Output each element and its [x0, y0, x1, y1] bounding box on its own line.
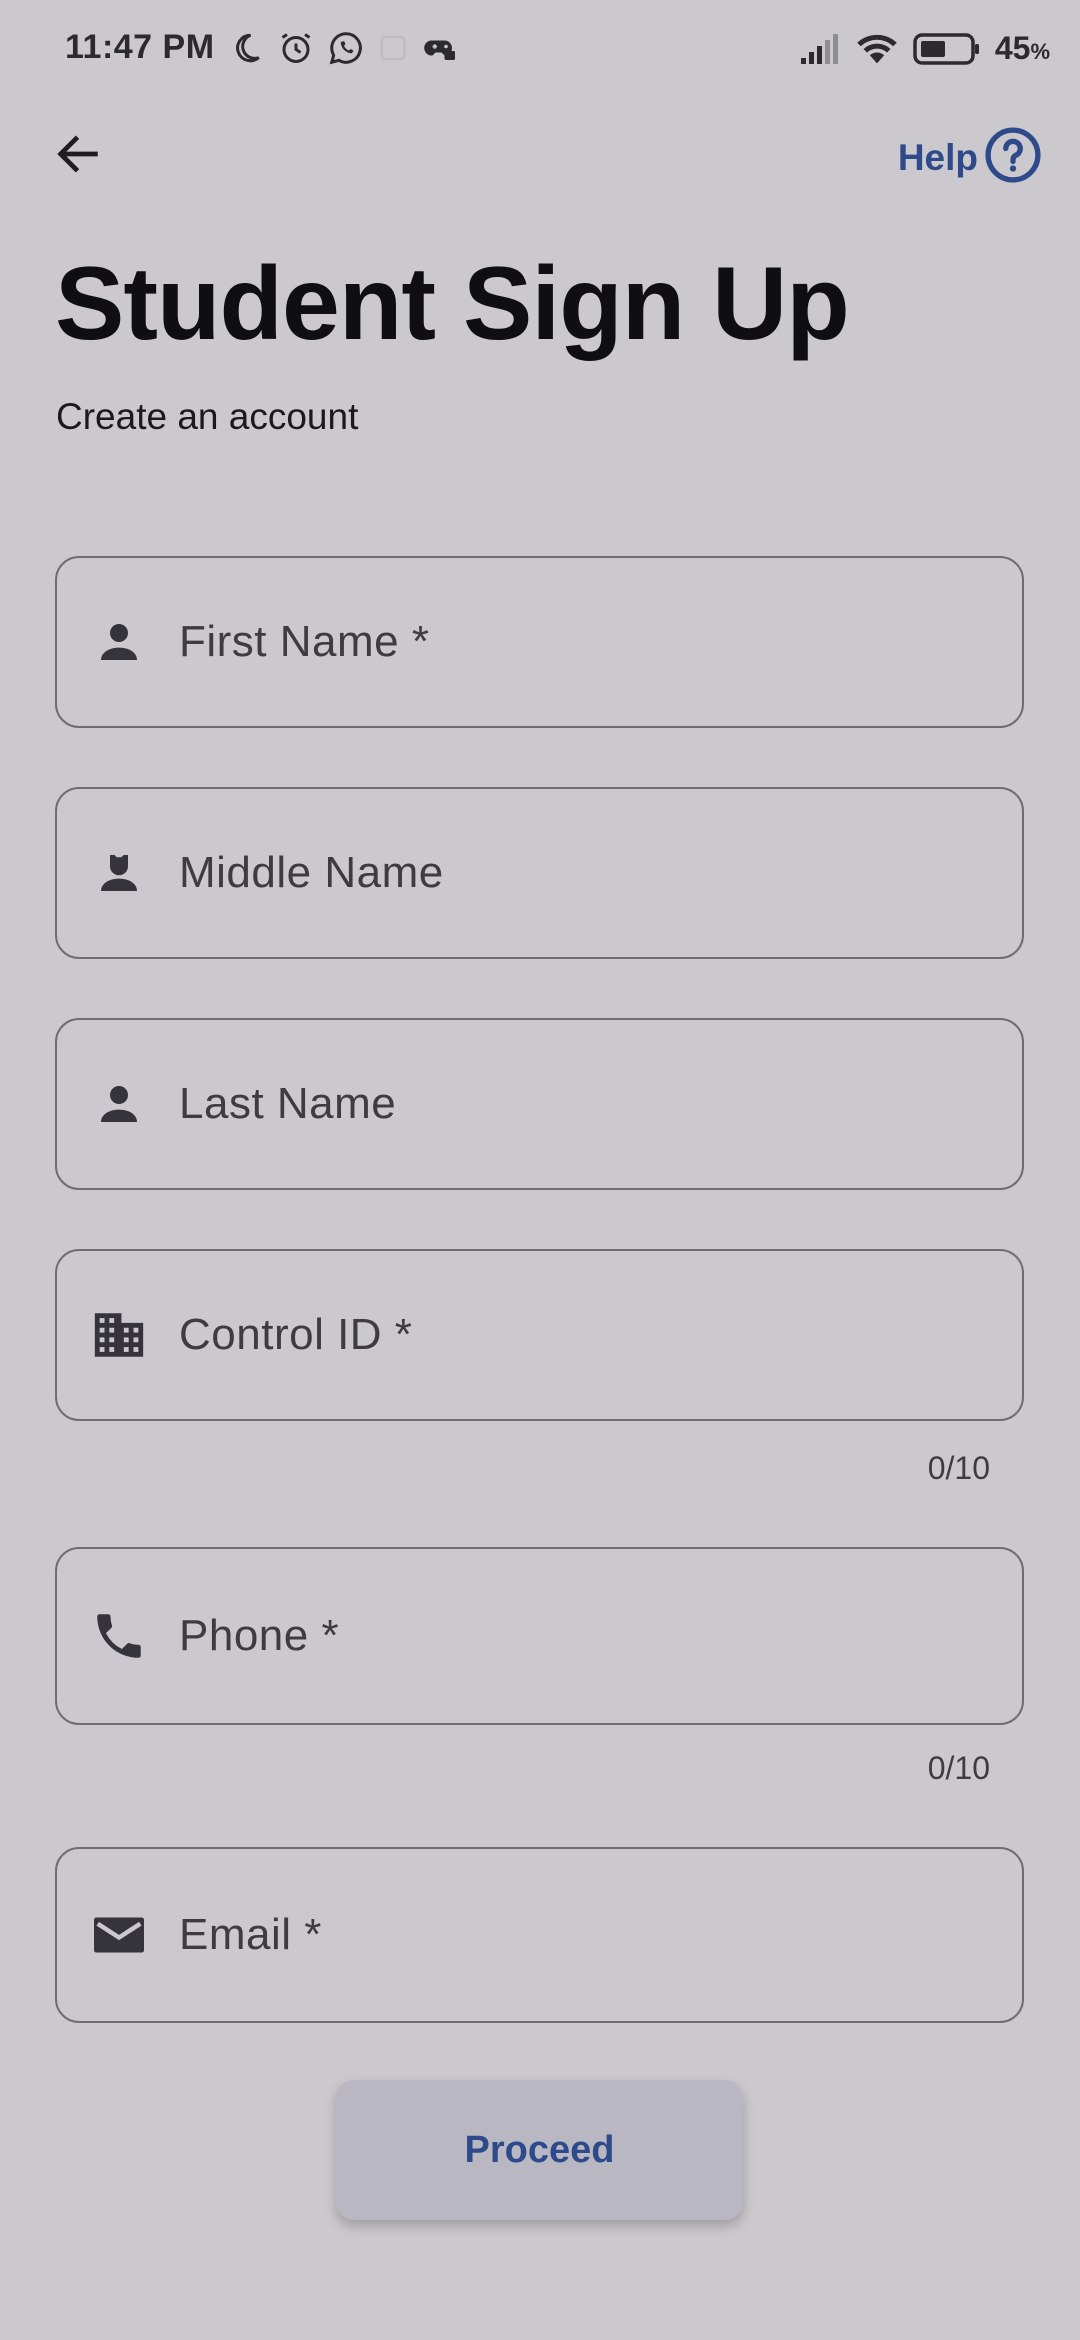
status-icons-right: 45% [799, 30, 1050, 67]
email-field[interactable]: Email * [55, 1847, 1024, 2023]
status-icons-left [228, 30, 458, 66]
person-icon [89, 612, 149, 672]
person-icon [89, 1074, 149, 1134]
phone-counter: 0/10 [927, 1750, 990, 1786]
middle-name-placeholder: Middle Name [179, 848, 444, 897]
status-time: 11:47 PM [65, 28, 215, 66]
status-bar: 11:47 PM 45% [0, 0, 1080, 100]
signal-icon [799, 32, 841, 66]
moon-icon [228, 30, 264, 66]
phone-icon [89, 1606, 149, 1666]
control-id-field[interactable]: Control ID * [55, 1249, 1024, 1421]
page-subtitle: Create an account [56, 396, 359, 437]
phone-placeholder: Phone * [179, 1611, 340, 1660]
page-title: Student Sign Up [55, 246, 850, 362]
proceed-label: Proceed [464, 2128, 615, 2171]
game-controller-icon [422, 30, 458, 66]
first-name-placeholder: First Name * [179, 617, 430, 666]
building-icon [89, 1305, 149, 1365]
email-icon [89, 1905, 149, 1965]
person-outline-icon [89, 843, 149, 903]
phone-field[interactable]: Phone * [55, 1547, 1024, 1725]
help-label: Help [897, 136, 978, 178]
middle-name-field[interactable]: Middle Name [55, 787, 1024, 959]
wifi-icon [855, 31, 899, 67]
email-placeholder: Email * [179, 1910, 322, 1959]
back-arrow-icon [52, 128, 104, 185]
alarm-icon [278, 30, 314, 66]
battery-icon [913, 32, 981, 66]
first-name-field[interactable]: First Name * [55, 556, 1024, 728]
proceed-button[interactable]: Proceed [336, 2080, 743, 2220]
control-id-placeholder: Control ID * [179, 1310, 413, 1359]
back-button[interactable] [46, 124, 110, 188]
help-circle-icon [984, 126, 1042, 189]
whatsapp-icon [328, 30, 364, 66]
battery-percent: 45% [994, 30, 1050, 66]
control-id-counter: 0/10 [927, 1450, 990, 1486]
last-name-placeholder: Last Name [179, 1079, 397, 1128]
last-name-field[interactable]: Last Name [55, 1018, 1024, 1190]
notification-icon [378, 33, 408, 63]
help-button[interactable]: Help [898, 126, 1042, 189]
